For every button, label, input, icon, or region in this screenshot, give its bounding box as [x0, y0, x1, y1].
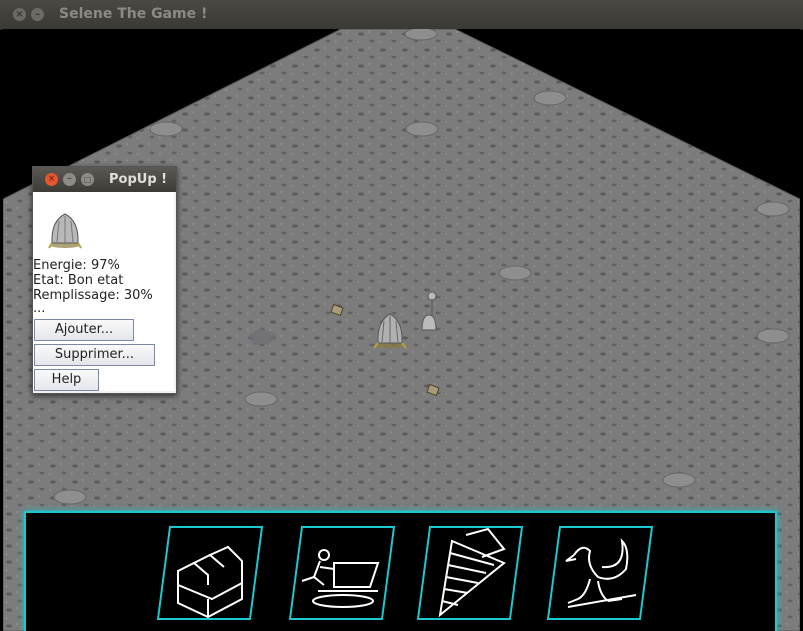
popup-title-bar[interactable]: × – □ PopUp ! — [33, 167, 176, 192]
factory-icon[interactable] — [156, 525, 264, 621]
delete-button[interactable]: Supprimer... — [34, 344, 155, 366]
fill-text: Remplissage: 30% — [33, 288, 153, 303]
add-button[interactable]: Ajouter... — [34, 319, 134, 341]
close-icon[interactable]: × — [13, 8, 26, 21]
worker-cart-icon[interactable] — [288, 525, 396, 621]
lander-unit-icon — [48, 213, 82, 249]
close-icon[interactable]: × — [45, 173, 58, 186]
energy-text: Energie: 97% — [33, 258, 120, 273]
stairs-icon[interactable] — [416, 525, 524, 621]
window-title-bar: × – Selene The Game ! — [0, 0, 803, 30]
ellipsis-text: ... — [33, 301, 46, 316]
popup-window[interactable]: × – □ PopUp ! Energie: 97% Etat: Bon eta… — [32, 166, 177, 394]
maximize-icon[interactable]: □ — [81, 173, 94, 186]
minimize-icon[interactable]: – — [31, 8, 44, 21]
popup-title: PopUp ! — [109, 172, 168, 187]
window-title: Selene The Game ! — [59, 6, 208, 22]
minimize-icon[interactable]: – — [63, 173, 76, 186]
help-button[interactable]: Help — [34, 369, 99, 391]
popup-body: Energie: 97% Etat: Bon etat Remplissage:… — [33, 192, 174, 391]
state-text: Etat: Bon etat — [33, 273, 124, 288]
build-toolbar — [24, 511, 777, 631]
bird-icon[interactable] — [546, 525, 654, 621]
